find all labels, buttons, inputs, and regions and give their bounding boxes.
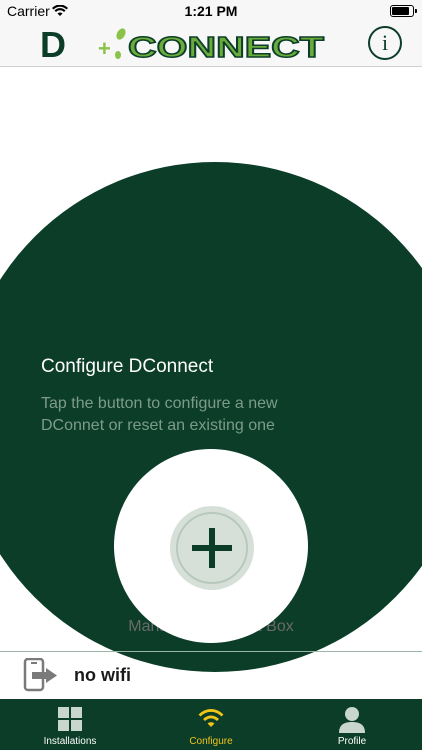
svg-text:CONNECT: CONNECT xyxy=(128,32,324,62)
tab-installations[interactable]: Installations xyxy=(0,699,140,750)
page-title: Configure DConnect xyxy=(41,356,214,377)
dconnect-logo: D + CONNECT xyxy=(40,24,325,67)
tab-label: Installations xyxy=(43,736,97,747)
connection-status: no wifi xyxy=(74,665,131,685)
page-description: Tap the button to configure a new DConne… xyxy=(41,395,278,434)
app-header: D + CONNECT i xyxy=(0,22,422,67)
battery-icon xyxy=(390,5,417,17)
svg-text:+: + xyxy=(98,36,111,61)
tab-configure[interactable]: Configure xyxy=(141,699,281,750)
tab-bar: Installations Configure Profile xyxy=(0,699,422,750)
add-dconnect-button[interactable] xyxy=(170,506,254,590)
svg-text:D: D xyxy=(40,26,66,62)
wifi-icon xyxy=(197,705,225,733)
phone-disconnect-icon xyxy=(22,657,60,697)
configure-screen: Configure DConnect Tap the button to con… xyxy=(0,67,422,699)
divider xyxy=(0,651,422,652)
info-button[interactable]: i xyxy=(368,26,402,60)
grid-icon xyxy=(56,705,84,733)
plus-icon xyxy=(190,526,234,570)
status-bar: Carrier 1:21 PM xyxy=(0,0,422,22)
tab-profile[interactable]: Profile xyxy=(282,699,422,750)
clock-label: 1:21 PM xyxy=(184,3,238,19)
person-icon xyxy=(338,705,366,733)
tab-label: Configure xyxy=(189,736,233,747)
tab-label: Profile xyxy=(337,736,367,747)
